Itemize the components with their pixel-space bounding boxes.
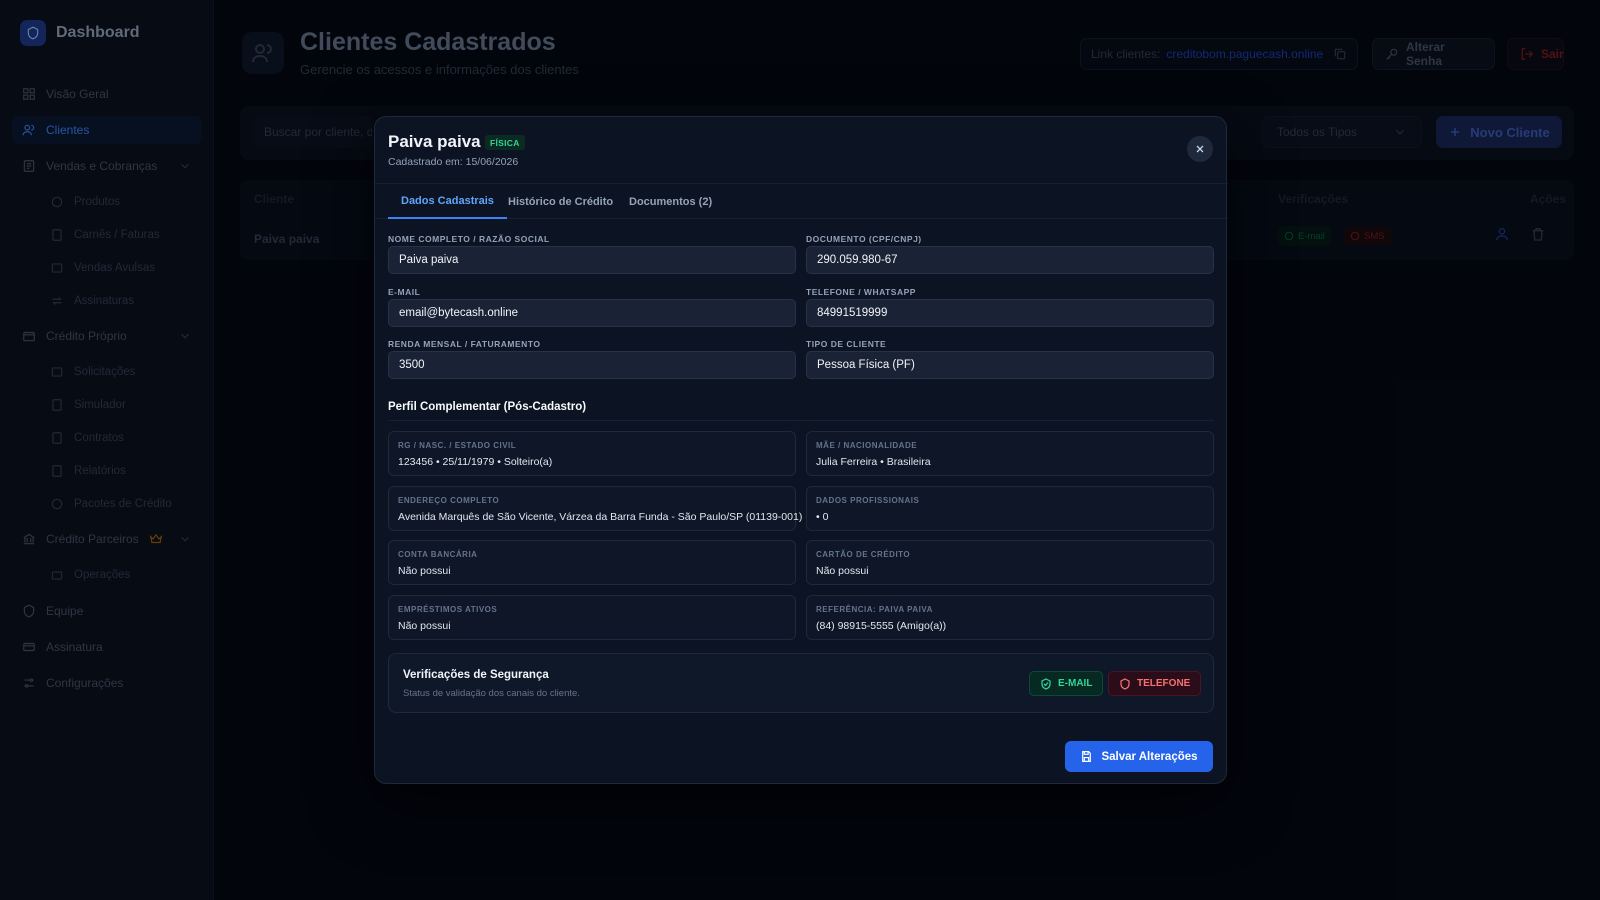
client-type-label: Tipo de Cliente [806, 339, 887, 349]
document-field[interactable]: 290.059.980-67 [806, 246, 1214, 274]
card-label: RG / Nasc. / Estado Civil [398, 441, 517, 450]
phone-unverified-badge[interactable]: TELEFONE [1108, 671, 1202, 696]
client-detail-modal: Paiva paiva FÍSICA Cadastrado em: 15/06/… [374, 116, 1228, 784]
card-value: Avenida Marquês de São Vicente, Várzea d… [398, 511, 803, 523]
email-label: E-mail [388, 287, 421, 297]
name-field[interactable]: Paiva paiva [388, 246, 796, 274]
phone-badge-label: TELEFONE [1137, 678, 1191, 689]
card-label: Endereço Completo [398, 496, 500, 505]
email-field[interactable]: email@bytecash.online [388, 299, 796, 327]
close-icon [1196, 145, 1204, 153]
profile-card-mae: Mãe / Nacionalidade Julia Ferreira • Bra… [806, 431, 1214, 476]
income-label: Renda Mensal / Faturamento [388, 339, 541, 349]
card-value: • 0 [816, 511, 829, 523]
client-type-badge: FÍSICA [485, 135, 525, 150]
phone-field[interactable]: 84991519999 [806, 299, 1214, 327]
tab-dados-cadastrais[interactable]: Dados Cadastrais [388, 184, 507, 219]
email-badge-label: E-MAIL [1058, 678, 1093, 689]
tab-historico-credito[interactable]: Histórico de Crédito [495, 184, 626, 219]
income-field[interactable]: 3500 [388, 351, 796, 379]
security-subtitle: Status de validação dos canais do client… [403, 688, 580, 699]
card-label: Cartão de Crédito [816, 550, 911, 559]
card-label: Empréstimos Ativos [398, 605, 498, 614]
save-changes-button[interactable]: Salvar Alterações [1065, 741, 1213, 772]
modal-subtitle: Cadastrado em: 15/06/2026 [388, 156, 519, 168]
profile-card-referencia: Referência: Paiva paiva (84) 98915-5555 … [806, 595, 1214, 640]
profile-card-cartao: Cartão de Crédito Não possui [806, 540, 1214, 585]
card-label: Mãe / Nacionalidade [816, 441, 918, 450]
document-label: Documento (CPF/CNPJ) [806, 234, 922, 244]
card-label: Referência: Paiva paiva [816, 605, 933, 614]
email-verified-badge[interactable]: E-MAIL [1029, 671, 1104, 696]
profile-card-endereco: Endereço Completo Avenida Marquês de São… [388, 486, 802, 531]
card-label: Conta Bancária [398, 550, 478, 559]
card-value: Não possui [816, 565, 869, 577]
modal-title: Paiva paiva [388, 132, 481, 151]
security-title: Verificações de Segurança [403, 669, 549, 681]
profile-card-profissional: Dados Profissionais • 0 [806, 486, 1214, 531]
shield-alert-icon [1120, 677, 1130, 690]
profile-section-title: Perfil Complementar (Pós-Cadastro) [388, 401, 587, 413]
card-value: (84) 98915-5555 (Amigo(a)) [816, 620, 947, 632]
profile-card-conta: Conta Bancária Não possui [388, 540, 796, 585]
security-verification-box: Verificações de Segurança Status de vali… [388, 653, 1214, 713]
save-icon [1082, 751, 1092, 762]
card-value: Não possui [398, 565, 451, 577]
card-value: Julia Ferreira • Brasileira [816, 456, 931, 468]
app-root: Dashboard Visão Geral Clientes Vendas e … [0, 0, 1600, 900]
profile-card-rg: RG / Nasc. / Estado Civil 123456 • 25/11… [388, 431, 796, 476]
save-changes-label: Salvar Alterações [1101, 750, 1198, 763]
modal-tabs: Dados Cadastrais Histórico de Crédito Do… [375, 183, 1228, 219]
shield-check-icon [1041, 677, 1051, 690]
profile-card-emprestimos: Empréstimos Ativos Não possui [388, 595, 796, 640]
card-value: Não possui [398, 620, 451, 632]
phone-label: Telefone / WhatsApp [806, 287, 916, 297]
client-type-select[interactable]: Pessoa Física (PF) [806, 351, 1214, 379]
tab-documentos[interactable]: Documentos (2) [616, 184, 725, 219]
card-value: 123456 • 25/11/1979 • Solteiro(a) [398, 456, 553, 468]
close-button[interactable] [1187, 136, 1213, 162]
section-divider [388, 420, 1214, 421]
card-label: Dados Profissionais [816, 496, 920, 505]
name-label: Nome Completo / Razão Social [388, 234, 550, 244]
